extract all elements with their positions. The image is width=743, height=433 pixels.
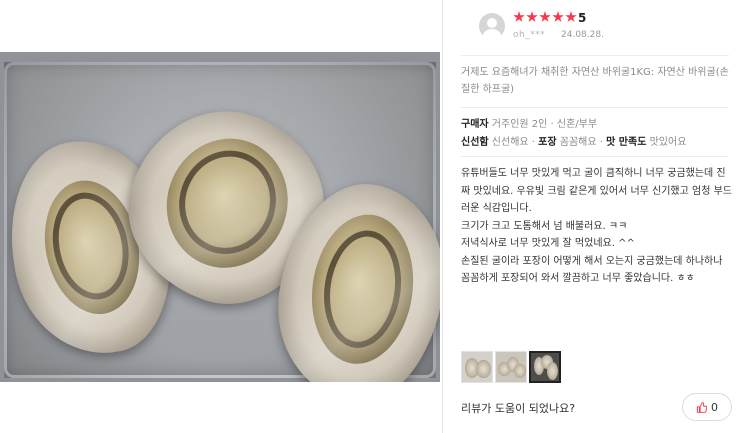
product-option-name: 거제도 요즘해녀가 채취한 자연산 바위굴1KG: 자연산 바위굴(손질한 하프… <box>461 67 729 95</box>
review-photo-viewer <box>0 0 442 433</box>
buyer-info: 구매자 거주인원 2인 · 신혼/부부 <box>461 116 731 134</box>
review-paragraph: 저녁식사로 너무 맛있게 잘 먹었네요. ^^ <box>461 238 635 249</box>
review-photo-thumbnail-2[interactable] <box>495 351 527 383</box>
separator: · <box>596 137 607 148</box>
review-paragraph: 유튜버들도 너무 맛있게 먹고 굴이 큼직하니 너무 궁금했는데 진짜 맛있네요… <box>461 168 732 214</box>
review-attributes: 구매자 거주인원 2인 · 신혼/부부 신선함 신선해요 · 포장 꼼꼼해요 ·… <box>461 116 731 152</box>
review-photo-oysters <box>0 52 440 382</box>
star-icon <box>552 11 564 22</box>
review-photo-thumbnails <box>461 351 561 383</box>
review-paragraph: 손질된 굴이라 포장이 어떻게 해서 오는지 궁금했는데 하나하나 꼼꼼하게 포… <box>461 255 723 285</box>
star-rating <box>513 11 577 23</box>
thumbs-up-icon <box>696 401 707 413</box>
reviewer-name: oh_*** <box>513 30 546 40</box>
freshness-value: 신선해요 <box>491 137 529 148</box>
star-icon <box>565 11 577 22</box>
review-body: 유튜버들도 너무 맛있게 먹고 굴이 큼직하니 너무 궁금했는데 진짜 맛있네요… <box>461 165 733 288</box>
divider <box>461 107 729 108</box>
review-header: 5 oh_*** 24.08.28. <box>461 0 743 52</box>
review-panel: 5 oh_*** 24.08.28. 거제도 요즘해녀가 채취한 자연산 바위굴… <box>443 0 743 433</box>
separator: · <box>528 137 539 148</box>
review-photo-thumbnail-1[interactable] <box>461 351 493 383</box>
buyer-value: 거주인원 2인 · 신혼/부부 <box>491 119 598 130</box>
packaging-label: 포장 <box>538 137 557 148</box>
rating-score: 5 <box>578 11 587 25</box>
divider <box>461 156 729 157</box>
like-count: 0 <box>711 400 718 414</box>
buyer-label: 구매자 <box>461 119 489 130</box>
taste-value: 맛있어요 <box>649 137 687 148</box>
packaging-value: 꼼꼼해요 <box>559 137 597 148</box>
user-avatar-icon <box>479 13 505 39</box>
review-paragraph: 크기가 크고 도톰해서 넘 배불러요. ㅋㅋ <box>461 220 628 232</box>
review-photo-thumbnail-3[interactable] <box>529 351 561 383</box>
taste-label: 맛 만족도 <box>606 137 647 148</box>
freshness-label: 신선함 <box>461 137 489 148</box>
divider <box>461 55 729 56</box>
helpful-like-button[interactable]: 0 <box>682 393 732 421</box>
star-icon <box>513 11 525 22</box>
star-icon <box>526 11 538 22</box>
review-date: 24.08.28. <box>561 30 604 40</box>
evaluation-info: 신선함 신선해요 · 포장 꼼꼼해요 · 맛 만족도 맛있어요 <box>461 134 731 152</box>
star-icon <box>539 11 551 22</box>
helpful-question: 리뷰가 도움이 되었나요? <box>461 402 576 415</box>
